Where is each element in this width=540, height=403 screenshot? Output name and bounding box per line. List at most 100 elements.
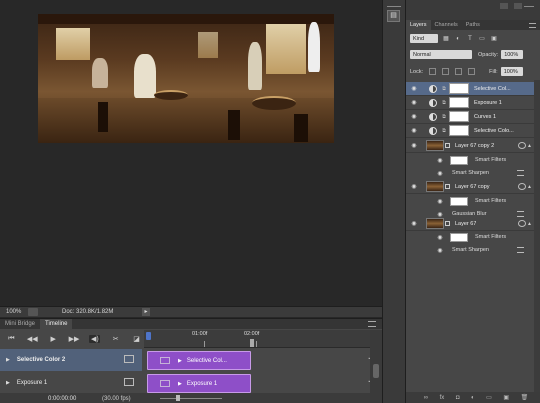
lock-image-icon[interactable] [442,68,450,75]
filter-name[interactable]: Smart Sharpen [452,247,489,253]
zoom-level[interactable]: 100% [0,309,28,315]
history-icon[interactable]: ▤ [387,10,400,22]
visibility-eye-icon[interactable]: ◉ [408,220,420,227]
smart-filters-row[interactable]: ◉ Smart Filters [406,195,534,207]
visibility-eye-icon[interactable]: ◉ [434,247,446,254]
visibility-eye-icon[interactable]: ◉ [408,99,420,106]
layer-mask-thumb[interactable] [449,83,469,94]
layer-mask-thumb[interactable] [449,125,469,136]
new-group-icon[interactable]: ▭ [486,394,492,401]
tab-mini-bridge[interactable]: Mini Bridge [0,319,40,329]
filter-mask-thumb[interactable] [450,232,468,242]
layer-name[interactable]: Layer 67 copy 2 [455,143,494,149]
layer-mask-thumb[interactable] [449,97,469,108]
layer-thumbnail[interactable] [426,140,444,151]
link-chain-icon[interactable]: ⧉ [441,86,447,92]
visibility-eye-icon[interactable]: ◉ [408,113,420,120]
track-row[interactable]: ▶ Exposure 1 ▶ Exposure 1 + [0,372,374,394]
track-clip-area[interactable]: ▶ Selective Col... + [144,349,374,371]
layer-row[interactable]: ◉ Layer 67 copy 2 ▲ [406,139,534,153]
layers-list[interactable]: ◉ ⧉ Selective Col... ◉ ⧉ Exposure 1 ◉ ⧉ … [406,80,540,390]
lock-position-icon[interactable] [455,68,463,75]
timeline-zoom-slider[interactable] [160,398,222,399]
filter-type-icon[interactable]: T [466,35,474,43]
tab-paths[interactable]: Paths [462,20,484,30]
layer-name[interactable]: Layer 67 [455,221,476,227]
tab-channels[interactable]: Channels [431,20,462,30]
track-row[interactable]: ▶ Selective Color 2 ▶ Selective Col... + [0,349,374,371]
layer-row[interactable]: ◉ ⧉ Selective Colo... [406,124,534,138]
audio-icon[interactable]: ◀) [89,335,101,343]
filter-mask-thumb[interactable] [450,155,468,165]
play-icon[interactable]: ▶ [48,335,59,343]
filter-row[interactable]: ◉ Smart Sharpen [406,244,534,256]
new-adjustment-layer-icon[interactable]: ◐ [471,395,475,401]
layer-mask-thumb[interactable] [449,111,469,122]
expand-triangle-icon[interactable]: ▶ [6,380,10,386]
visibility-eye-icon[interactable]: ◉ [408,85,420,92]
layer-row[interactable]: ◉ Layer 67 copy ▲ [406,180,534,194]
layer-name[interactable]: Layer 67 copy [455,184,490,190]
track-label[interactable]: ▶ Selective Color 2 [0,349,142,371]
layers-scrollbar[interactable] [534,80,540,392]
track-clip-area[interactable]: ▶ Exposure 1 + [144,372,374,394]
timeline-ruler[interactable]: 01:00f 02:00f [144,330,370,348]
clip-expand-icon[interactable]: ▶ [178,358,182,364]
panel-minimize-icon[interactable] [500,3,508,9]
filter-kind-select[interactable]: Kind [410,34,438,43]
layer-name[interactable]: Exposure 1 [474,100,502,106]
filter-blending-options-icon[interactable] [517,247,524,253]
filter-shape-icon[interactable]: ▭ [478,35,486,43]
next-frame-icon[interactable]: ▶▶ [69,335,80,343]
fill-input[interactable]: 100% [500,67,523,76]
visibility-eye-icon[interactable]: ◉ [408,142,420,149]
collapse-arrow-icon[interactable]: ▲ [527,143,532,149]
visibility-eye-icon[interactable]: ◉ [434,170,446,177]
filter-blending-options-icon[interactable] [517,170,524,176]
canvas-area[interactable] [0,0,382,306]
smart-filters-row[interactable]: ◉ Smart Filters [406,154,534,166]
lock-all-icon[interactable] [468,68,476,75]
transition-icon[interactable]: ◪ [131,335,142,343]
layer-name[interactable]: Curves 1 [474,114,496,120]
timeline-zoom-knob[interactable] [176,395,180,401]
visibility-eye-icon[interactable]: ◉ [408,183,420,190]
new-layer-icon[interactable]: ▣ [503,394,509,401]
layer-thumbnail[interactable] [426,218,444,229]
filter-row[interactable]: ◉ Smart Sharpen [406,167,534,179]
panel-menu-icon[interactable] [368,321,376,327]
expand-panels-icon[interactable] [387,2,401,7]
tab-layers[interactable]: Layers [406,20,431,30]
opacity-input[interactable]: 100% [501,50,524,59]
go-to-first-frame-icon[interactable]: ⏮ [6,335,17,343]
blend-mode-select[interactable]: Normal [410,50,472,59]
status-info-icon[interactable] [28,308,38,316]
link-chain-icon[interactable]: ⧉ [441,128,447,134]
status-menu-arrow-icon[interactable]: ▸ [142,308,150,316]
layer-name[interactable]: Selective Colo... [474,128,514,134]
filter-name[interactable]: Smart Sharpen [452,170,489,176]
track-options-icon[interactable] [124,378,134,386]
add-mask-icon[interactable]: ◘ [456,395,460,401]
delete-layer-icon[interactable]: 🗑 [521,394,529,401]
work-area-end-handle[interactable] [250,339,254,347]
track-options-icon[interactable] [124,355,134,363]
visibility-eye-icon[interactable]: ◉ [434,157,446,164]
scroll-thumb[interactable] [373,364,379,378]
clip[interactable]: ▶ Selective Col... [147,351,251,370]
collapse-arrow-icon[interactable]: ▲ [527,184,532,190]
layer-name[interactable]: Selective Col... [474,86,511,92]
previous-frame-icon[interactable]: ◀◀ [27,335,38,343]
layer-row[interactable]: ◉ Layer 67 ▲ [406,217,534,231]
playhead[interactable] [146,332,151,340]
add-layer-style-icon[interactable]: fx [440,395,445,401]
clip[interactable]: ▶ Exposure 1 [147,374,251,393]
panel-close-icon[interactable] [514,3,522,9]
layer-thumbnail[interactable] [426,181,444,192]
filter-pixel-icon[interactable]: ▦ [442,35,450,43]
layers-panel-menu-icon[interactable] [529,23,536,28]
layer-row[interactable]: ◉ ⧉ Selective Col... [406,82,534,96]
split-scissors-icon[interactable]: ✂ [110,335,121,343]
tab-timeline[interactable]: Timeline [40,319,73,329]
smart-filters-row[interactable]: ◉ Smart Filters [406,231,534,243]
